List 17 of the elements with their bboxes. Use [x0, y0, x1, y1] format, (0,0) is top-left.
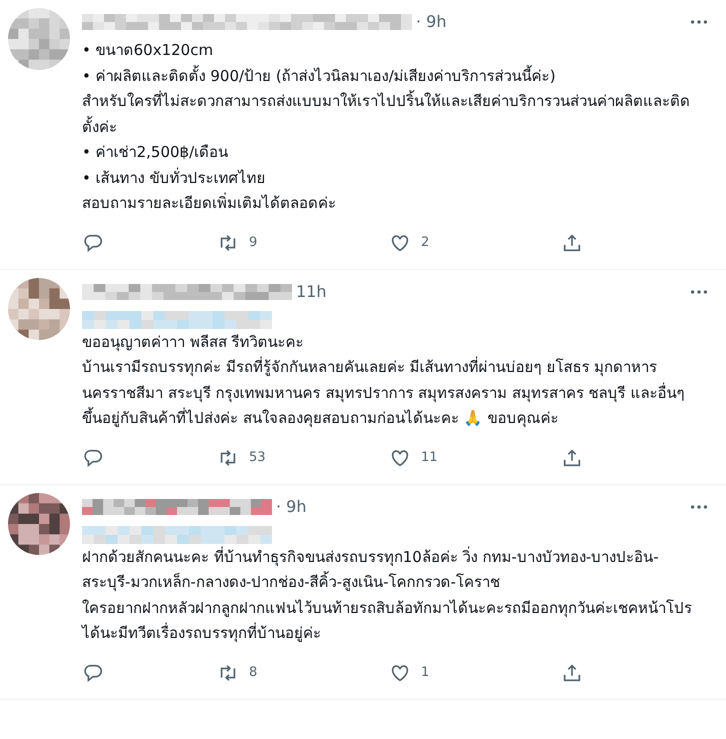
- tweet-time: · 9h: [416, 11, 446, 33]
- retweet-count: 8: [249, 664, 258, 682]
- like-count: 2: [421, 234, 430, 252]
- share-icon: [561, 662, 583, 684]
- avatar[interactable]: [8, 492, 70, 554]
- retweet-count: 53: [249, 448, 266, 467]
- share-icon: [561, 446, 583, 468]
- tweet-text: ขออนุญาตค่าาา พลีสส รีทวิตนะคะ บ้านเรามีรถบรรทุกค่ะ มีรถที่รู้จักกันหลายคันเลยค่ะ มีเส้นทางที่ผ่านบ่อยๆ ยโสธร มุกดาหาร นครราชสีมา สระบุรี กรุงเทพมหานคร สมุทรปราการ สมุทรสงคราม สมุทรสาคร ชลบุรี และอื่นๆ ขึ้นอยู่กับสินค้าที่ไปส่งค่ะ สนใจลองคุยสอบถามก่อนได้นะคะ 🙏 ขอบคุณค่ะ: [82, 332, 686, 430]
- tweet-text: • ขนาด60x120cm • ค่าผลิตและติดตั้ง 900/ป้าย (ถ้าส่งไวนิลมาเอง/ม่เสียงค่าบริการส่วนนี้ค่ะ) สำหรับใครที่ไม่สะดวกสามารถส่งแบบมาให้เราไปปริ้นให้และเสียค่าบริการวนส่วนค่าผลิตและติดตั้งค่ะ • ค่าเช่า2,500฿/เดือน • เส้นทาง ขับทั่วประเทศไทย สอบถามรายละเอียดเพิ่มเติมได้ตลอดค่ะ: [82, 40, 691, 214]
- tweet-time: 11h: [296, 280, 326, 302]
- retweet-count: 9: [249, 234, 258, 252]
- share-icon: [561, 232, 583, 254]
- like-count: 11: [421, 448, 438, 467]
- avatar[interactable]: [8, 278, 70, 340]
- like-count: 1: [421, 664, 430, 682]
- tweet-time: · 9h: [276, 496, 306, 518]
- tweet-text: ฝากด้วยสักคนนะคะ ที่บ้านทำธุรกิจขนส่งรถบรรทุก10ล้อค่ะ วิ่ง กทม-บางบัวทอง-บางปะอิน-สระบุรี-มวกเหล็ก-กลางดง-ปากช่อง-สีคิ้ว-สูงเนิน-โคกกรวด-โคราช ใครอยากฝากหลัวฝากลูกฝากแฟนไว้บนท้ายรถสิบล้อทักมาได้นะคะรถมีออกทุกวันค่ะเชคหน้าโปรได้นะมีทวีตเรื่องรถบรรทุกที่บ้านอยู่ค่ะ: [82, 546, 693, 644]
